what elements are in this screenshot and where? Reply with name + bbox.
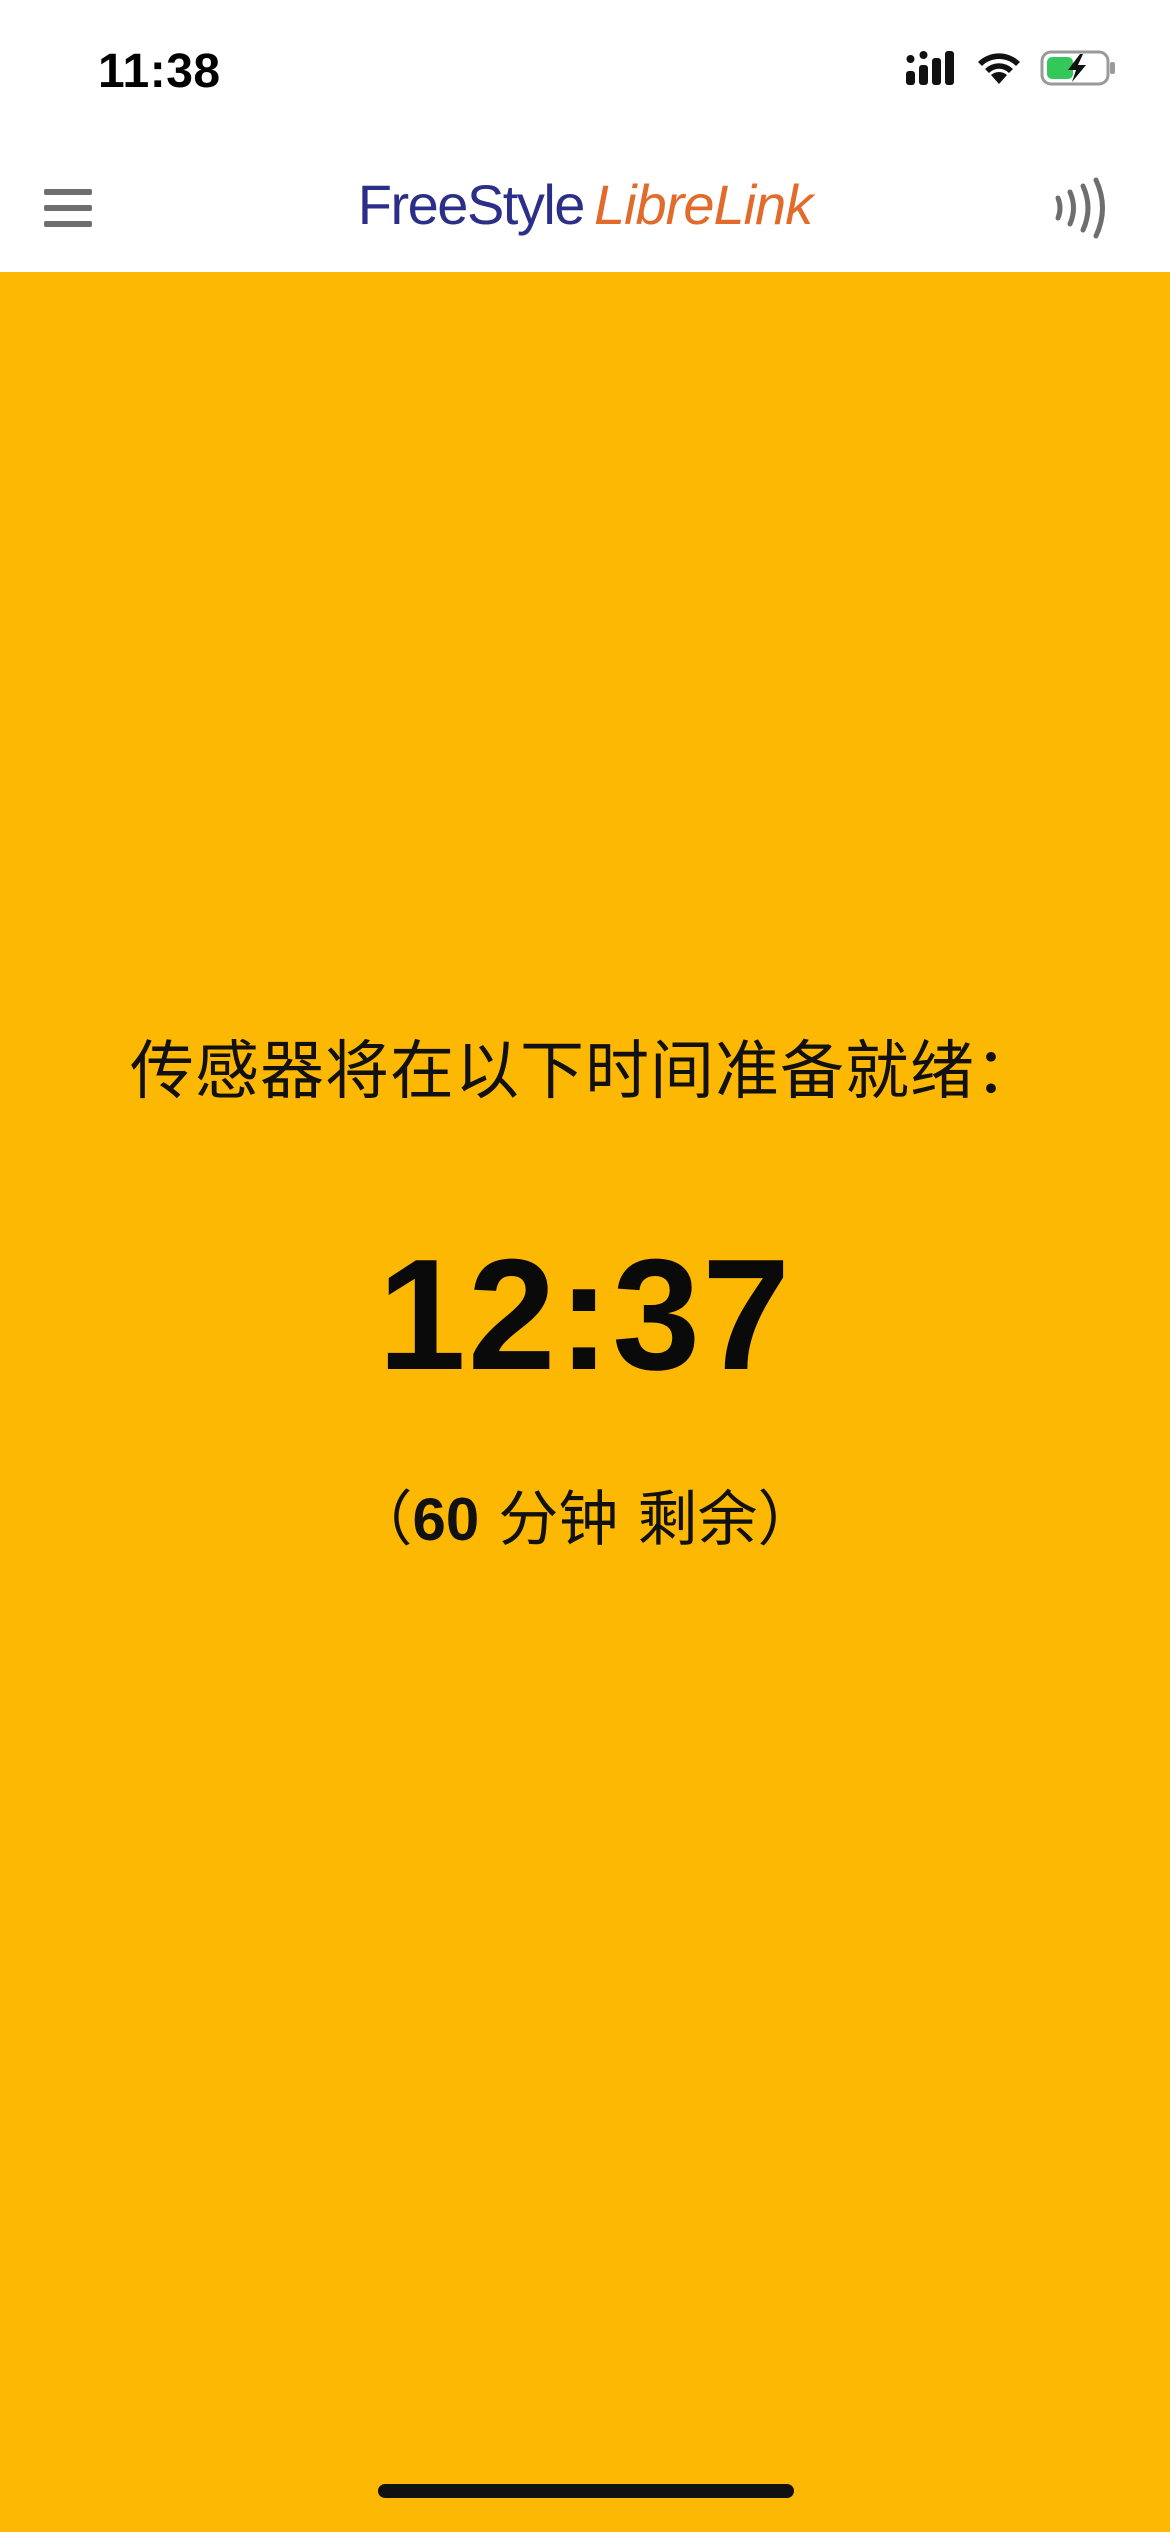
- sensor-warmup-panel: 传感器将在以下时间准备就绪： 12:37 （60 分钟 剩余）: [0, 272, 1170, 2532]
- nfc-scan-icon: [1055, 177, 1105, 239]
- scan-sensor-button[interactable]: [1050, 176, 1110, 240]
- wifi-icon: [978, 53, 1020, 84]
- battery-charging-icon: [1040, 50, 1115, 86]
- remaining-minutes: 60: [412, 1486, 480, 1553]
- sensor-ready-time: 12:37: [377, 1227, 793, 1403]
- brand-name-librelink: LibreLink: [593, 173, 813, 236]
- brand-logo: FreeStyle LibreLink: [0, 170, 1170, 241]
- remaining-suffix: 分钟 剩余: [479, 1485, 758, 1555]
- remaining-open-paren: （: [352, 1485, 413, 1555]
- status-icons: [906, 48, 1118, 88]
- signal-icon: [906, 51, 954, 85]
- remaining-close-paren: ）: [757, 1485, 818, 1555]
- sensor-ready-label: 传感器将在以下时间准备就绪：: [130, 1035, 1040, 1109]
- time-remaining: （60 分钟 剩余）: [0, 1480, 1170, 1560]
- app-screen: 11:38 FreeStyle LibreLink 传感器将在以下时间准备就绪：…: [0, 0, 1170, 2532]
- app-header: FreeStyle LibreLink: [0, 150, 1170, 272]
- status-bar: 11:38: [0, 0, 1170, 150]
- status-time: 11:38: [98, 45, 221, 98]
- home-indicator[interactable]: [378, 2484, 794, 2498]
- brand-name-freestyle: FreeStyle: [357, 173, 586, 236]
